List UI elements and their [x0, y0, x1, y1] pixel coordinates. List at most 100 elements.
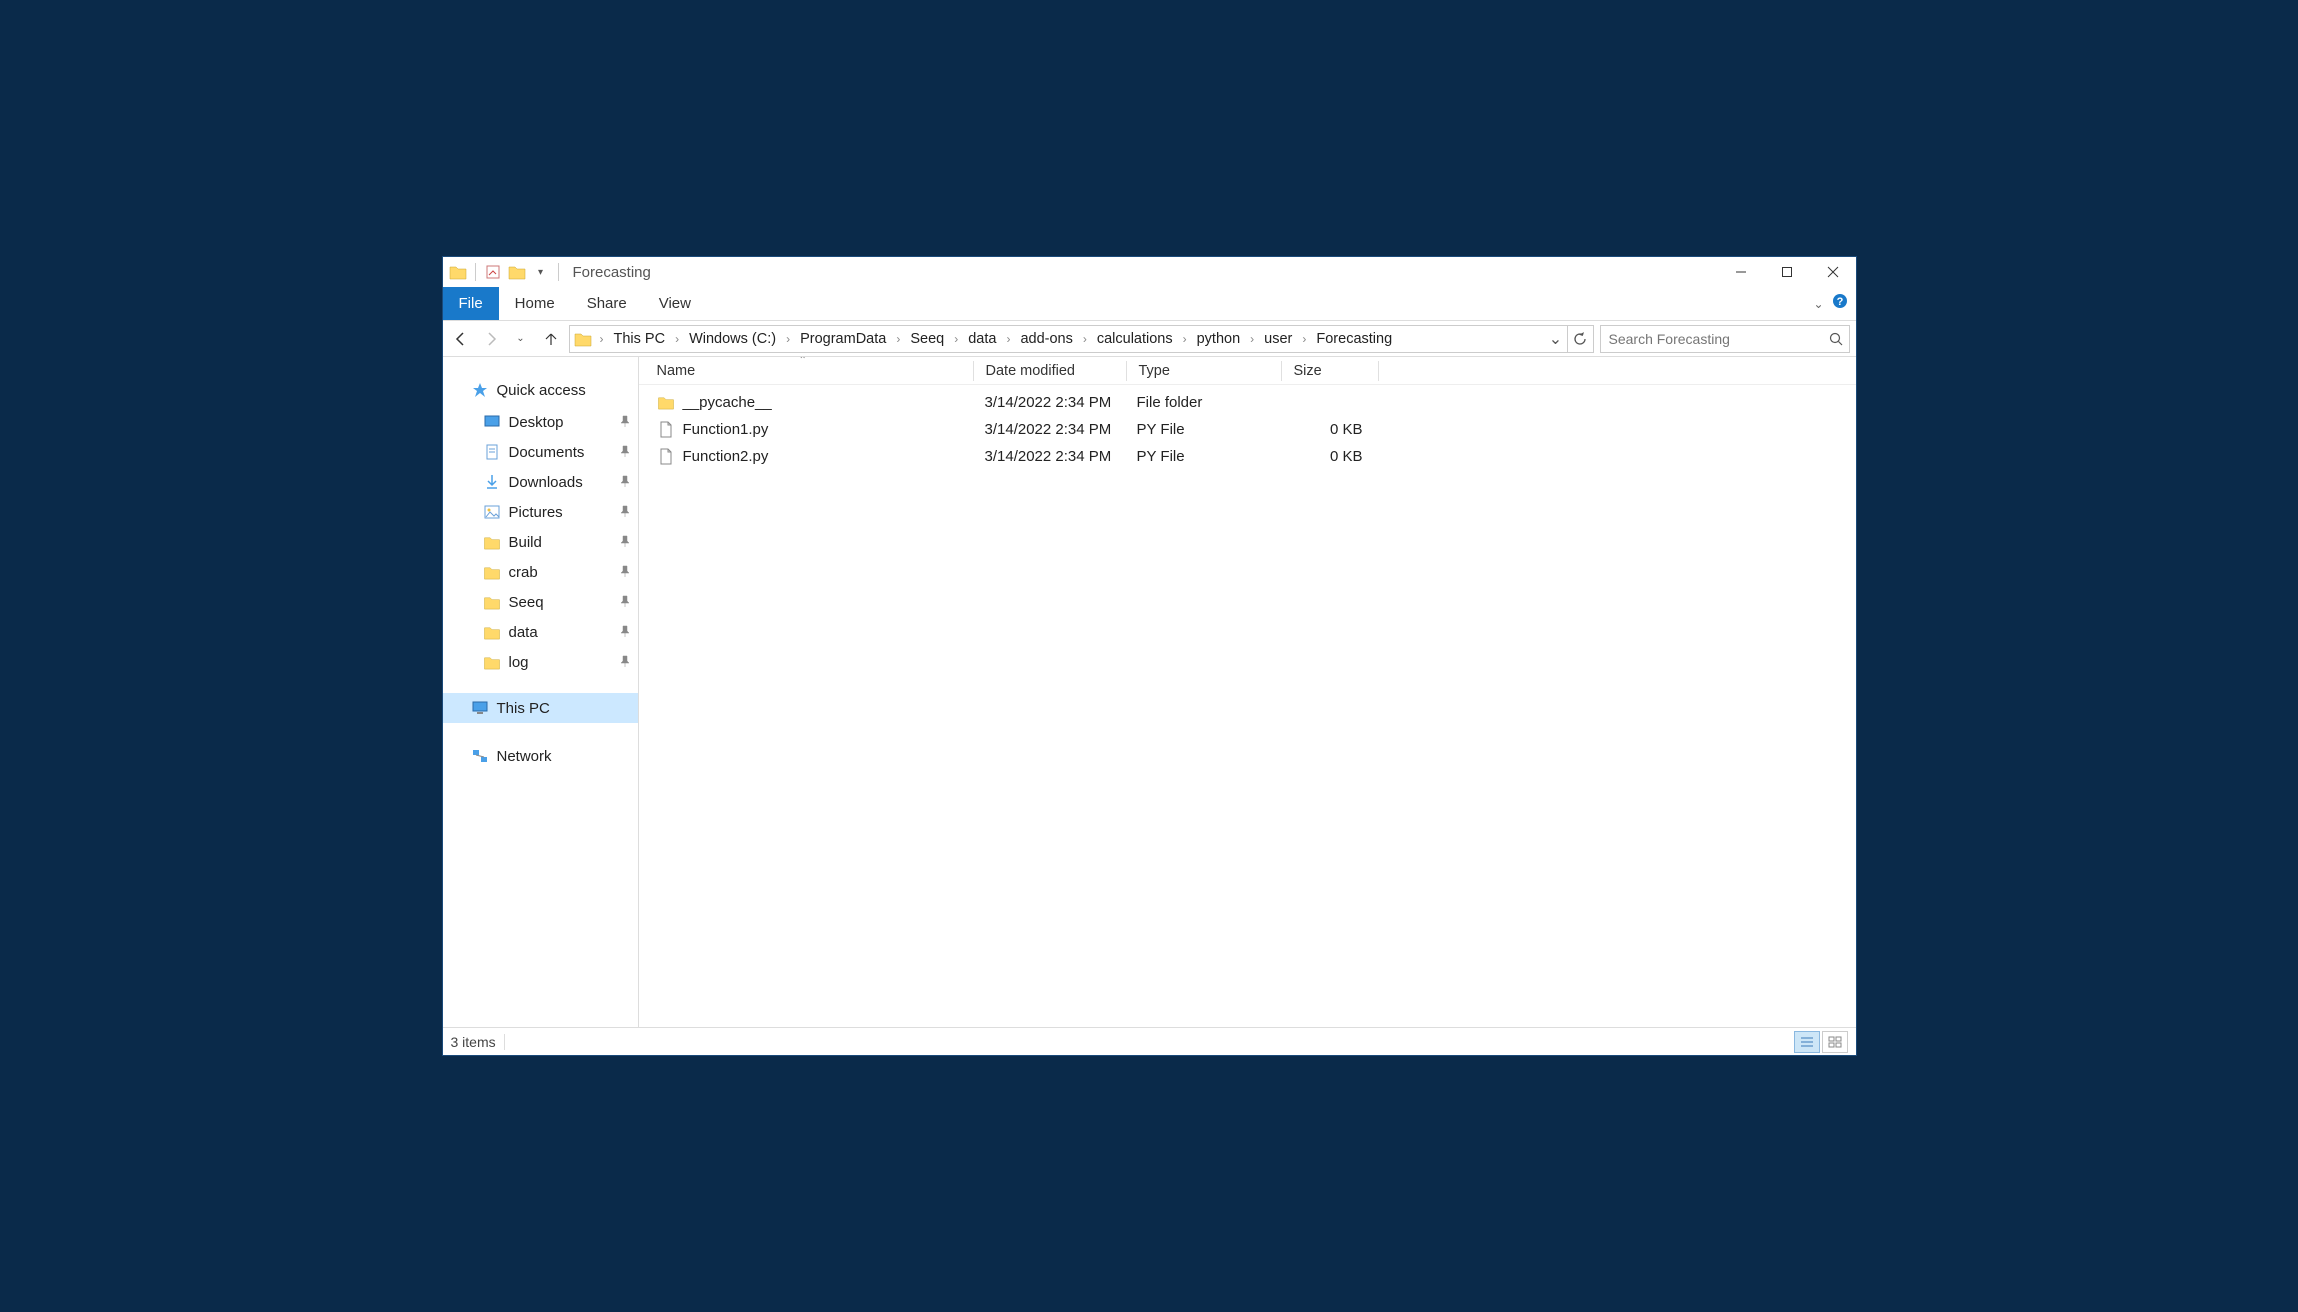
chevron-right-icon[interactable]: ›: [1246, 332, 1258, 346]
forward-button[interactable]: [479, 327, 503, 351]
folder-icon: [483, 563, 501, 581]
recent-dropdown[interactable]: ⌄: [509, 327, 533, 351]
chevron-right-icon[interactable]: ›: [1179, 332, 1191, 346]
sidebar-item[interactable]: Downloads: [443, 467, 638, 497]
sidebar-item[interactable]: log: [443, 647, 638, 677]
breadcrumb-label[interactable]: data: [962, 331, 1002, 347]
breadcrumb-label[interactable]: Forecasting: [1310, 331, 1398, 347]
tab-home[interactable]: Home: [499, 287, 571, 320]
sidebar-item[interactable]: Documents: [443, 437, 638, 467]
help-icon[interactable]: ?: [1832, 293, 1848, 314]
pin-icon: [620, 505, 630, 520]
sidebar-item[interactable]: data: [443, 617, 638, 647]
new-folder-icon[interactable]: [506, 261, 528, 283]
file-icon: [657, 421, 675, 439]
chevron-right-icon[interactable]: ›: [782, 332, 794, 346]
sidebar-item[interactable]: Pictures: [443, 497, 638, 527]
breadcrumb-segment[interactable]: add-ons›: [1014, 331, 1090, 347]
file-icon: [657, 448, 675, 466]
properties-icon[interactable]: [482, 261, 504, 283]
tab-view[interactable]: View: [643, 287, 707, 320]
column-header-type[interactable]: Type: [1127, 363, 1281, 379]
ribbon-right: ⌄ ?: [1813, 287, 1855, 320]
breadcrumb-segment[interactable]: calculations›: [1091, 331, 1191, 347]
customize-qat-dropdown[interactable]: ▾: [530, 261, 552, 283]
sidebar-this-pc[interactable]: This PC: [443, 693, 638, 723]
folder-icon: [483, 593, 501, 611]
refresh-button[interactable]: [1567, 326, 1593, 352]
search-box[interactable]: [1600, 325, 1850, 353]
back-button[interactable]: [449, 327, 473, 351]
breadcrumb-segment[interactable]: user›: [1258, 331, 1310, 347]
breadcrumb-segment[interactable]: data›: [962, 331, 1014, 347]
up-button[interactable]: [539, 327, 563, 351]
address-bar[interactable]: › This PC›Windows (C:)›ProgramData›Seeq›…: [569, 325, 1594, 353]
breadcrumb-segment[interactable]: ProgramData›: [794, 331, 904, 347]
breadcrumb-label[interactable]: ProgramData: [794, 331, 892, 347]
chevron-right-icon[interactable]: ›: [892, 332, 904, 346]
sidebar-label: Quick access: [497, 382, 586, 399]
sidebar-network[interactable]: Network: [443, 741, 638, 771]
details-view-button[interactable]: [1794, 1031, 1820, 1053]
navbar: ⌄ › This PC›Windows (C:)›ProgramData›See…: [443, 321, 1856, 357]
breadcrumb-label[interactable]: This PC: [608, 331, 672, 347]
window-title: Forecasting: [573, 264, 651, 281]
minimize-button[interactable]: [1718, 257, 1764, 287]
status-bar: 3 items: [443, 1027, 1856, 1055]
breadcrumb-segment[interactable]: This PC›: [608, 331, 684, 347]
titlebar: ▾ Forecasting: [443, 257, 1856, 287]
column-header-date[interactable]: Date modified: [974, 363, 1126, 379]
sidebar-item-label: log: [509, 654, 529, 671]
tab-share[interactable]: Share: [571, 287, 643, 320]
pin-icon: [620, 535, 630, 550]
sidebar-item[interactable]: Seeq: [443, 587, 638, 617]
file-date: 3/14/2022 2:34 PM: [973, 394, 1125, 411]
file-name: __pycache__: [683, 394, 772, 411]
explorer-window: ▾ Forecasting File Home Share View ⌄ ?: [442, 256, 1857, 1056]
network-icon: [471, 747, 489, 765]
sidebar-quick-access[interactable]: Quick access: [443, 375, 638, 405]
column-header-size[interactable]: Size: [1282, 363, 1378, 379]
chevron-right-icon[interactable]: ›: [950, 332, 962, 346]
file-list[interactable]: __pycache__ 3/14/2022 2:34 PMFile folder F…: [639, 385, 1856, 1027]
breadcrumb-label[interactable]: Seeq: [904, 331, 950, 347]
maximize-button[interactable]: [1764, 257, 1810, 287]
breadcrumb-label[interactable]: user: [1258, 331, 1298, 347]
breadcrumb-segment[interactable]: Windows (C:)›: [683, 331, 794, 347]
chevron-right-icon[interactable]: ›: [1002, 332, 1014, 346]
chevron-right-icon[interactable]: ›: [671, 332, 683, 346]
address-end: ⌄: [1545, 326, 1593, 352]
chevron-right-icon[interactable]: ›: [1298, 332, 1310, 346]
search-icon[interactable]: [1823, 332, 1849, 346]
chevron-right-icon[interactable]: ›: [1079, 332, 1091, 346]
quick-access-list: DesktopDocumentsDownloadsPicturesBuild cr…: [443, 407, 638, 677]
pin-icon: [620, 475, 630, 490]
search-input[interactable]: [1601, 331, 1823, 347]
chevron-right-icon[interactable]: ›: [596, 332, 608, 346]
address-history-dropdown[interactable]: ⌄: [1545, 326, 1567, 352]
file-type: File folder: [1125, 394, 1279, 411]
tab-file[interactable]: File: [443, 287, 499, 320]
sidebar-item-label: crab: [509, 564, 538, 581]
column-headers: ⌃ Name Date modified Type Size: [639, 357, 1856, 385]
breadcrumb-segment[interactable]: python›: [1191, 331, 1259, 347]
file-row[interactable]: Function2.py3/14/2022 2:34 PMPY File0 KB: [639, 443, 1856, 470]
breadcrumb-segment[interactable]: Seeq›: [904, 331, 962, 347]
pin-icon: [620, 445, 630, 460]
file-row[interactable]: __pycache__ 3/14/2022 2:34 PMFile folder: [639, 389, 1856, 416]
sidebar-item[interactable]: Desktop: [443, 407, 638, 437]
breadcrumb-label[interactable]: python: [1191, 331, 1247, 347]
thumbnails-view-button[interactable]: [1822, 1031, 1848, 1053]
breadcrumb-label[interactable]: Windows (C:): [683, 331, 782, 347]
close-button[interactable]: [1810, 257, 1856, 287]
expand-ribbon-icon[interactable]: ⌄: [1813, 297, 1823, 311]
folder-icon: [483, 623, 501, 641]
breadcrumb-label[interactable]: add-ons: [1014, 331, 1078, 347]
quick-access-icon: [471, 381, 489, 399]
breadcrumb-label[interactable]: calculations: [1091, 331, 1179, 347]
sidebar-item[interactable]: Build: [443, 527, 638, 557]
file-row[interactable]: Function1.py3/14/2022 2:34 PMPY File0 KB: [639, 416, 1856, 443]
documents-icon: [483, 443, 501, 461]
sidebar-item[interactable]: crab: [443, 557, 638, 587]
breadcrumb-segment[interactable]: Forecasting: [1310, 331, 1398, 347]
